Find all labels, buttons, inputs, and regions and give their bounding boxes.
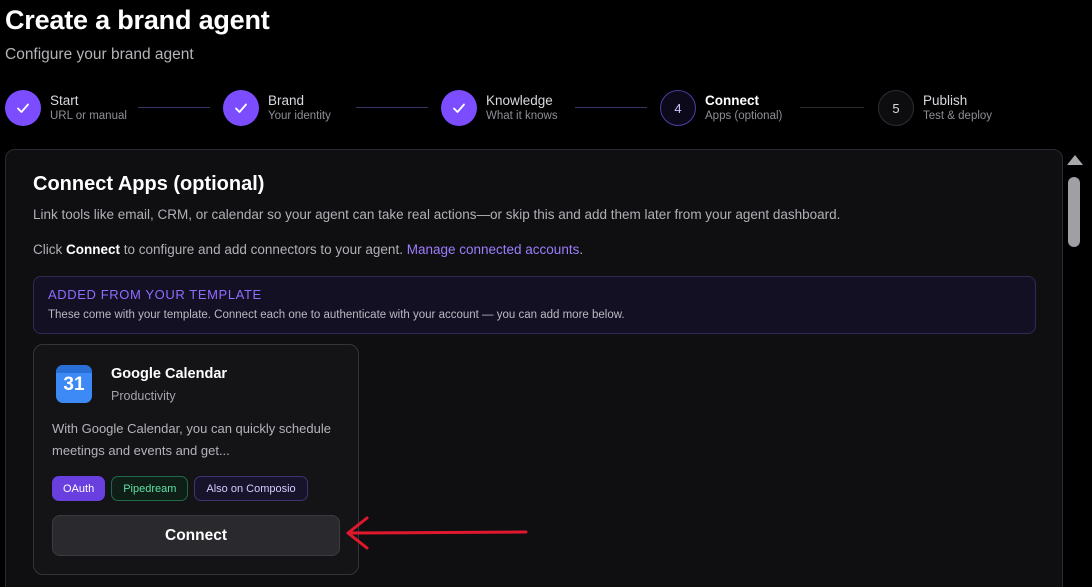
tag-oauth: OAuth: [52, 476, 106, 501]
step-connector: [575, 107, 647, 108]
note-bold: Connect: [66, 242, 120, 257]
check-icon: [223, 90, 259, 126]
step-sublabel: Apps (optional): [705, 110, 783, 122]
template-heading: ADDED FROM YOUR TEMPLATE: [48, 287, 262, 302]
check-icon: [5, 90, 41, 126]
step-label: Brand: [268, 93, 305, 108]
page-subtitle: Configure your brand agent: [5, 46, 194, 63]
check-icon: [441, 90, 477, 126]
note-middle: to configure and add connectors to your …: [120, 242, 407, 257]
app-tags: OAuth Pipedream Also on Composio: [52, 476, 308, 501]
step-start[interactable]: Start URL or manual: [5, 89, 127, 127]
scroll-thumb[interactable]: [1068, 177, 1080, 247]
template-notice: ADDED FROM YOUR TEMPLATE These come with…: [33, 276, 1036, 334]
step-number: 4: [660, 90, 696, 126]
step-connector: [800, 107, 864, 108]
step-sublabel: What it knows: [486, 110, 558, 122]
connect-apps-panel: Connect Apps (optional) Link tools like …: [5, 149, 1063, 587]
step-label: Connect: [705, 93, 759, 108]
note-suffix: .: [579, 242, 584, 257]
calendar-header-band: [56, 365, 92, 373]
scroll-up-arrow-icon[interactable]: [1067, 155, 1083, 165]
app-description: With Google Calendar, you can quickly sc…: [52, 421, 331, 458]
calendar-icon-number: 31: [63, 374, 85, 395]
scrollbar[interactable]: [1064, 149, 1086, 587]
step-sublabel: URL or manual: [50, 110, 127, 122]
page-title: Create a brand agent: [5, 5, 270, 35]
step-publish[interactable]: 5 Publish Test & deploy: [878, 89, 992, 127]
progress-stepper: Start URL or manual Brand Your identity …: [5, 89, 1005, 127]
google-calendar-icon: 31: [56, 365, 92, 403]
connect-button[interactable]: Connect: [52, 515, 340, 556]
step-sublabel: Your identity: [268, 110, 331, 122]
app-card-google-calendar: 31 Google Calendar Productivity With Goo…: [33, 344, 359, 575]
step-number: 5: [878, 90, 914, 126]
step-brand[interactable]: Brand Your identity: [223, 89, 331, 127]
panel-description: Link tools like email, CRM, or calendar …: [33, 207, 841, 222]
app-name: Google Calendar: [111, 366, 228, 382]
page: Create a brand agent Configure your bran…: [0, 0, 1092, 587]
manage-accounts-link[interactable]: Manage connected accounts: [407, 242, 580, 257]
step-connect[interactable]: 4 Connect Apps (optional): [660, 89, 782, 127]
panel-title: Connect Apps (optional): [33, 173, 265, 195]
tag-pipedream: Pipedream: [111, 476, 189, 501]
annotation-arrow-icon: [346, 516, 528, 550]
panel-note: Click Connect to configure and add conne…: [33, 242, 583, 257]
step-connector: [356, 107, 428, 108]
step-label: Start: [50, 93, 79, 108]
app-category: Productivity: [111, 389, 176, 403]
step-knowledge[interactable]: Knowledge What it knows: [441, 89, 558, 127]
tag-composio: Also on Composio: [194, 476, 308, 501]
step-label: Knowledge: [486, 93, 553, 108]
template-text: These come with your template. Connect e…: [48, 309, 625, 321]
step-connector: [138, 107, 210, 108]
note-prefix: Click: [33, 242, 66, 257]
step-label: Publish: [923, 93, 968, 108]
step-sublabel: Test & deploy: [923, 110, 993, 122]
